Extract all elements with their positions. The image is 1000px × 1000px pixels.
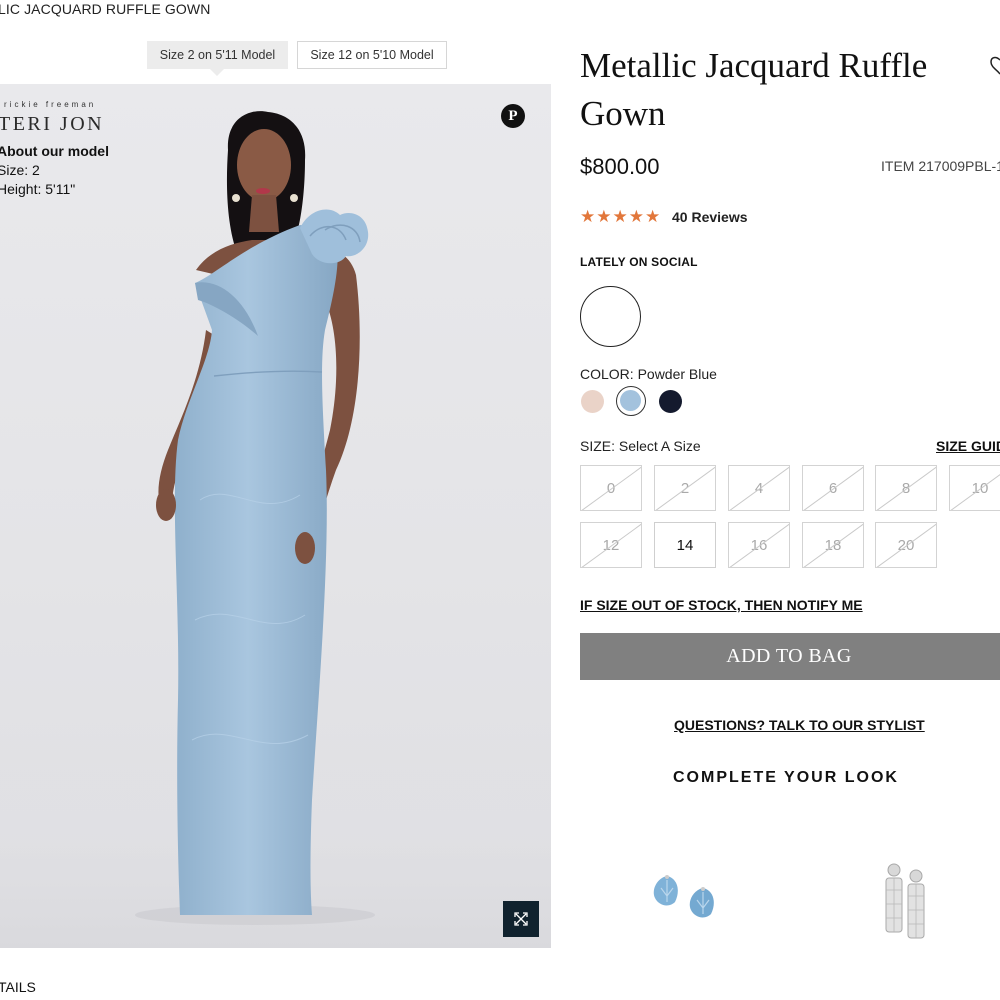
- size-option-14[interactable]: 14: [654, 522, 716, 568]
- star-icon: ★: [580, 207, 596, 226]
- model-illustration: [0, 111, 551, 948]
- expand-arrows-icon: [514, 912, 528, 926]
- look-item-diamond-earrings[interactable]: [880, 862, 930, 947]
- size-option-2[interactable]: 2: [654, 465, 716, 511]
- star-icon: ★: [596, 207, 612, 226]
- about-model-height: Height: 5'11": [0, 181, 76, 197]
- size-option-8[interactable]: 8: [875, 465, 937, 511]
- tab-size-2-model[interactable]: Size 2 on 5'11 Model: [147, 41, 288, 76]
- product-image[interactable]: [0, 84, 551, 948]
- expand-icon[interactable]: [503, 901, 539, 937]
- complete-your-look-heading: COMPLETE YOUR LOOK: [673, 769, 899, 786]
- swatch-navy[interactable]: [659, 390, 682, 413]
- swatch-powder-blue-selected[interactable]: [616, 386, 646, 416]
- star-icon: ★: [628, 207, 644, 226]
- color-label: COLOR: Powder Blue: [580, 366, 717, 382]
- brand-tagline: rickie freeman: [4, 100, 97, 109]
- item-number: ITEM 217009PBL-1: [881, 158, 1000, 174]
- size-option-6[interactable]: 6: [802, 465, 864, 511]
- product-title: Metallic Jacquard Ruffle Gown: [580, 46, 928, 133]
- size-option-0[interactable]: 0: [580, 465, 642, 511]
- size-option-4[interactable]: 4: [728, 465, 790, 511]
- size-option-18[interactable]: 18: [802, 522, 864, 568]
- star-rating[interactable]: ★ ★ ★ ★ ★: [580, 208, 660, 225]
- about-model-size: Size: 2: [0, 162, 40, 178]
- lately-on-social-label: LATELY ON SOCIAL: [580, 255, 698, 269]
- size-option-10[interactable]: 10: [949, 465, 1000, 511]
- size-guide-link[interactable]: SIZE GUIDE: [936, 438, 1000, 454]
- diamond-drop-earrings-image: [885, 863, 925, 939]
- size-label: SIZE: Select A Size: [580, 438, 701, 454]
- swatch-powder-blue[interactable]: [620, 390, 641, 411]
- breadcrumb[interactable]: LIC JACQUARD RUFFLE GOWN: [0, 1, 210, 17]
- notify-me-link[interactable]: IF SIZE OUT OF STOCK, THEN NOTIFY ME: [580, 597, 863, 613]
- social-thumbnail[interactable]: [580, 286, 641, 347]
- blue-leaf-earrings-image: [653, 875, 714, 918]
- brand-logo: TERI JON: [0, 113, 105, 135]
- star-icon: ★: [612, 207, 628, 226]
- size-option-20[interactable]: 20: [875, 522, 937, 568]
- star-icon: ★: [645, 207, 661, 226]
- price: $800.00: [580, 154, 660, 179]
- size-option-16[interactable]: 16: [728, 522, 790, 568]
- tab-size-12-model[interactable]: Size 12 on 5'10 Model: [297, 41, 447, 69]
- add-to-bag-button[interactable]: ADD TO BAG: [580, 633, 1000, 680]
- heart-icon[interactable]: [985, 55, 1000, 80]
- swatch-blush[interactable]: [581, 390, 604, 413]
- reviews-link[interactable]: 40 Reviews: [672, 209, 748, 225]
- details-tab[interactable]: TAILS: [0, 979, 36, 995]
- about-model-title: About our model: [0, 143, 109, 159]
- look-item-blue-earrings[interactable]: [645, 868, 725, 935]
- size-option-12[interactable]: 12: [580, 522, 642, 568]
- pinterest-icon[interactable]: P: [501, 104, 525, 128]
- stylist-link[interactable]: QUESTIONS? TALK TO OUR STYLIST: [674, 717, 925, 733]
